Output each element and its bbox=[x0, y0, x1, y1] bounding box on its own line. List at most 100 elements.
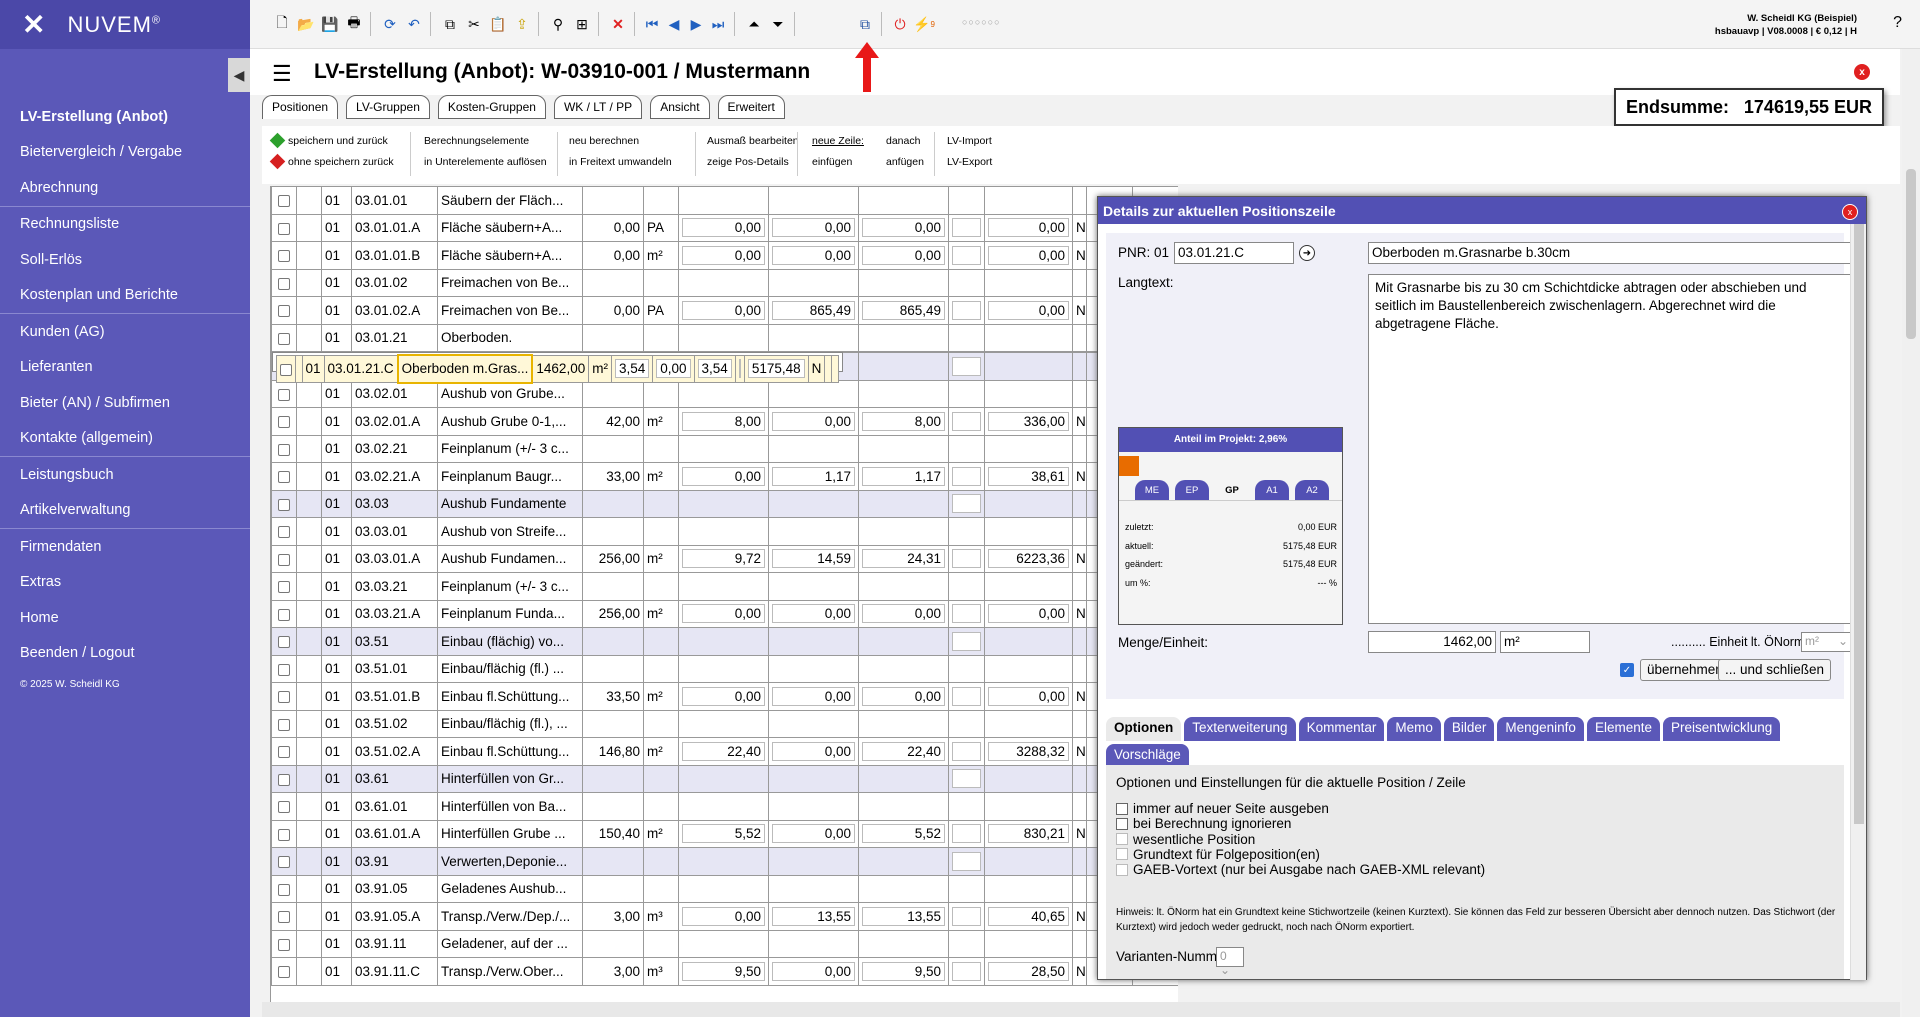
price-cell[interactable] bbox=[678, 323, 769, 352]
row-checkbox-cell[interactable] bbox=[271, 489, 297, 518]
text-cell[interactable]: Fläche säubern+A... bbox=[437, 241, 583, 270]
save-back-action[interactable]: speichern und zurück bbox=[269, 131, 388, 152]
price-cell[interactable]: 9,50 bbox=[858, 957, 949, 986]
row-checkbox-cell[interactable] bbox=[271, 929, 297, 958]
text-cell[interactable]: Fläche säubern+A... bbox=[437, 213, 583, 242]
flag-input[interactable] bbox=[952, 906, 981, 926]
text-cell[interactable]: Freimachen von Be... bbox=[437, 296, 583, 325]
price-cell[interactable] bbox=[768, 434, 859, 463]
flag-cell[interactable] bbox=[948, 654, 985, 683]
flag-input[interactable] bbox=[738, 359, 741, 379]
price-input[interactable]: 3,54 bbox=[614, 359, 650, 379]
sidebar-item-artikelverwaltung[interactable]: Artikelverwaltung bbox=[0, 493, 250, 529]
unit-cell[interactable] bbox=[643, 709, 679, 738]
menge-input[interactable]: 1462,00 bbox=[1368, 631, 1496, 653]
prev-record-icon[interactable]: ◀ bbox=[664, 14, 684, 34]
price-cell[interactable]: 5,52 bbox=[678, 819, 769, 848]
row-checkbox-cell[interactable] bbox=[271, 819, 297, 848]
text-cell[interactable]: Feinplanum (+/- 3 c... bbox=[437, 572, 583, 601]
text-cell[interactable]: Feinplanum (+/- 3 c... bbox=[437, 434, 583, 463]
price-cell[interactable] bbox=[678, 654, 769, 683]
flag-input[interactable] bbox=[952, 356, 981, 376]
qty-cell[interactable] bbox=[582, 847, 644, 876]
price-cell[interactable] bbox=[678, 434, 769, 463]
hamburger-menu-icon[interactable]: ☰ bbox=[272, 61, 292, 87]
lv-import-action[interactable]: LV-Import bbox=[947, 131, 992, 152]
row-checkbox-cell[interactable] bbox=[271, 627, 297, 656]
text-cell[interactable]: Einbau fl.Schüttung... bbox=[437, 737, 583, 766]
price-input[interactable]: 0,00 bbox=[862, 686, 945, 706]
vertical-scrollbar[interactable] bbox=[1902, 49, 1920, 1017]
price-cell[interactable] bbox=[858, 874, 949, 903]
expand-all-icon[interactable]: ⏷ bbox=[768, 14, 788, 34]
table-row[interactable]: 01 03.61.01 Hinterfüllen von Ba... bbox=[271, 792, 1178, 821]
qty-cell[interactable] bbox=[582, 517, 644, 546]
qty-cell[interactable] bbox=[582, 792, 644, 821]
price-input[interactable]: 0,00 bbox=[772, 741, 855, 761]
apply-button[interactable]: übernehmen bbox=[1640, 659, 1730, 681]
qty-cell[interactable] bbox=[582, 379, 644, 408]
row-checkbox[interactable] bbox=[278, 911, 290, 924]
unit-cell[interactable] bbox=[643, 489, 679, 518]
row-checkbox[interactable] bbox=[278, 195, 290, 208]
text-cell[interactable]: Aushub Grube 0-1,... bbox=[437, 407, 583, 436]
qty-cell[interactable]: 146,80 bbox=[582, 737, 644, 766]
tab-erweitert[interactable]: Erweitert bbox=[717, 95, 785, 119]
price-cell[interactable]: 0,00 bbox=[678, 599, 769, 628]
text-cell[interactable]: Hinterfüllen Grube ... bbox=[437, 819, 583, 848]
apply-checkbox[interactable]: ✓ bbox=[1620, 663, 1634, 677]
price-input[interactable]: 5,52 bbox=[862, 824, 945, 844]
price-input[interactable]: 1,17 bbox=[772, 466, 855, 486]
qty-cell[interactable] bbox=[582, 268, 644, 297]
price-cell[interactable] bbox=[768, 627, 859, 656]
row-checkbox-cell[interactable] bbox=[271, 792, 297, 821]
flag-cell[interactable] bbox=[948, 599, 985, 628]
flag-cell[interactable] bbox=[948, 902, 985, 931]
dialog-tab-elemente[interactable]: Elemente bbox=[1586, 717, 1660, 741]
row-checkbox-cell[interactable] bbox=[271, 599, 297, 628]
price-cell[interactable]: 0,00 bbox=[768, 241, 859, 270]
qty-cell[interactable]: 256,00 bbox=[582, 599, 644, 628]
row-checkbox-cell[interactable] bbox=[271, 902, 297, 931]
flag-cell[interactable] bbox=[948, 213, 985, 242]
price-input[interactable]: 0,00 bbox=[682, 604, 765, 624]
text-cell[interactable]: Oberboden m.Gras... bbox=[396, 354, 534, 384]
unit-cell[interactable]: m² bbox=[588, 354, 612, 383]
share-tab-gp[interactable]: GP bbox=[1215, 480, 1249, 500]
sidebar-collapse-button[interactable]: ◀ bbox=[228, 58, 250, 92]
row-checkbox[interactable] bbox=[278, 773, 290, 786]
flag-input[interactable] bbox=[952, 631, 981, 651]
price-input[interactable]: 0,00 bbox=[772, 686, 855, 706]
qty-cell[interactable]: 256,00 bbox=[582, 544, 644, 573]
row-checkbox-cell[interactable] bbox=[271, 682, 297, 711]
table-row[interactable]: 01 03.51.01.B Einbau fl.Schüttung... 33,50 m… bbox=[271, 682, 1178, 711]
scrollbar-thumb[interactable] bbox=[1906, 169, 1916, 339]
flag-input[interactable] bbox=[952, 218, 981, 238]
price-cell[interactable] bbox=[678, 709, 769, 738]
next-record-icon[interactable]: ▶ bbox=[686, 14, 706, 34]
sidebar-item-lv-erstellung-anbot[interactable]: LV-Erstellung (Anbot) bbox=[0, 99, 250, 135]
calc-elements-action[interactable]: Berechnungselemente bbox=[424, 131, 529, 152]
text-cell[interactable]: Hinterfüllen von Gr... bbox=[437, 764, 583, 793]
price-cell[interactable]: 865,49 bbox=[768, 296, 859, 325]
flag-cell[interactable] bbox=[948, 709, 985, 738]
price-cell[interactable]: 0,00 bbox=[768, 819, 859, 848]
price-input[interactable]: 0,00 bbox=[772, 218, 855, 238]
price-input[interactable]: 865,49 bbox=[772, 300, 855, 320]
row-checkbox-cell[interactable] bbox=[271, 186, 297, 215]
share-tab-me[interactable]: ME bbox=[1135, 480, 1169, 500]
price-cell[interactable]: 0,00 bbox=[678, 213, 769, 242]
flag-cell[interactable] bbox=[948, 323, 985, 352]
table-row[interactable]: 01 03.03 Aushub Fundamente bbox=[271, 489, 1178, 518]
pnr-input[interactable]: 03.01.21.C bbox=[1174, 242, 1294, 264]
price-cell[interactable] bbox=[768, 709, 859, 738]
price-input[interactable]: 0,00 bbox=[682, 300, 765, 320]
sidebar-item-bietervergleich-vergabe[interactable]: Bietervergleich / Vergabe bbox=[0, 135, 250, 171]
dialog-tab-optionen[interactable]: Optionen bbox=[1106, 717, 1182, 741]
dialog-tab-memo[interactable]: Memo bbox=[1387, 717, 1441, 741]
unit-cell[interactable] bbox=[643, 847, 679, 876]
show-pos-action[interactable]: zeige Pos-Details bbox=[707, 152, 789, 173]
dialog-scrollbar[interactable] bbox=[1850, 224, 1866, 980]
flag-cell[interactable] bbox=[948, 296, 985, 325]
short-text-input[interactable]: Oberboden m.Grasnarbe b.30cm bbox=[1368, 242, 1852, 264]
